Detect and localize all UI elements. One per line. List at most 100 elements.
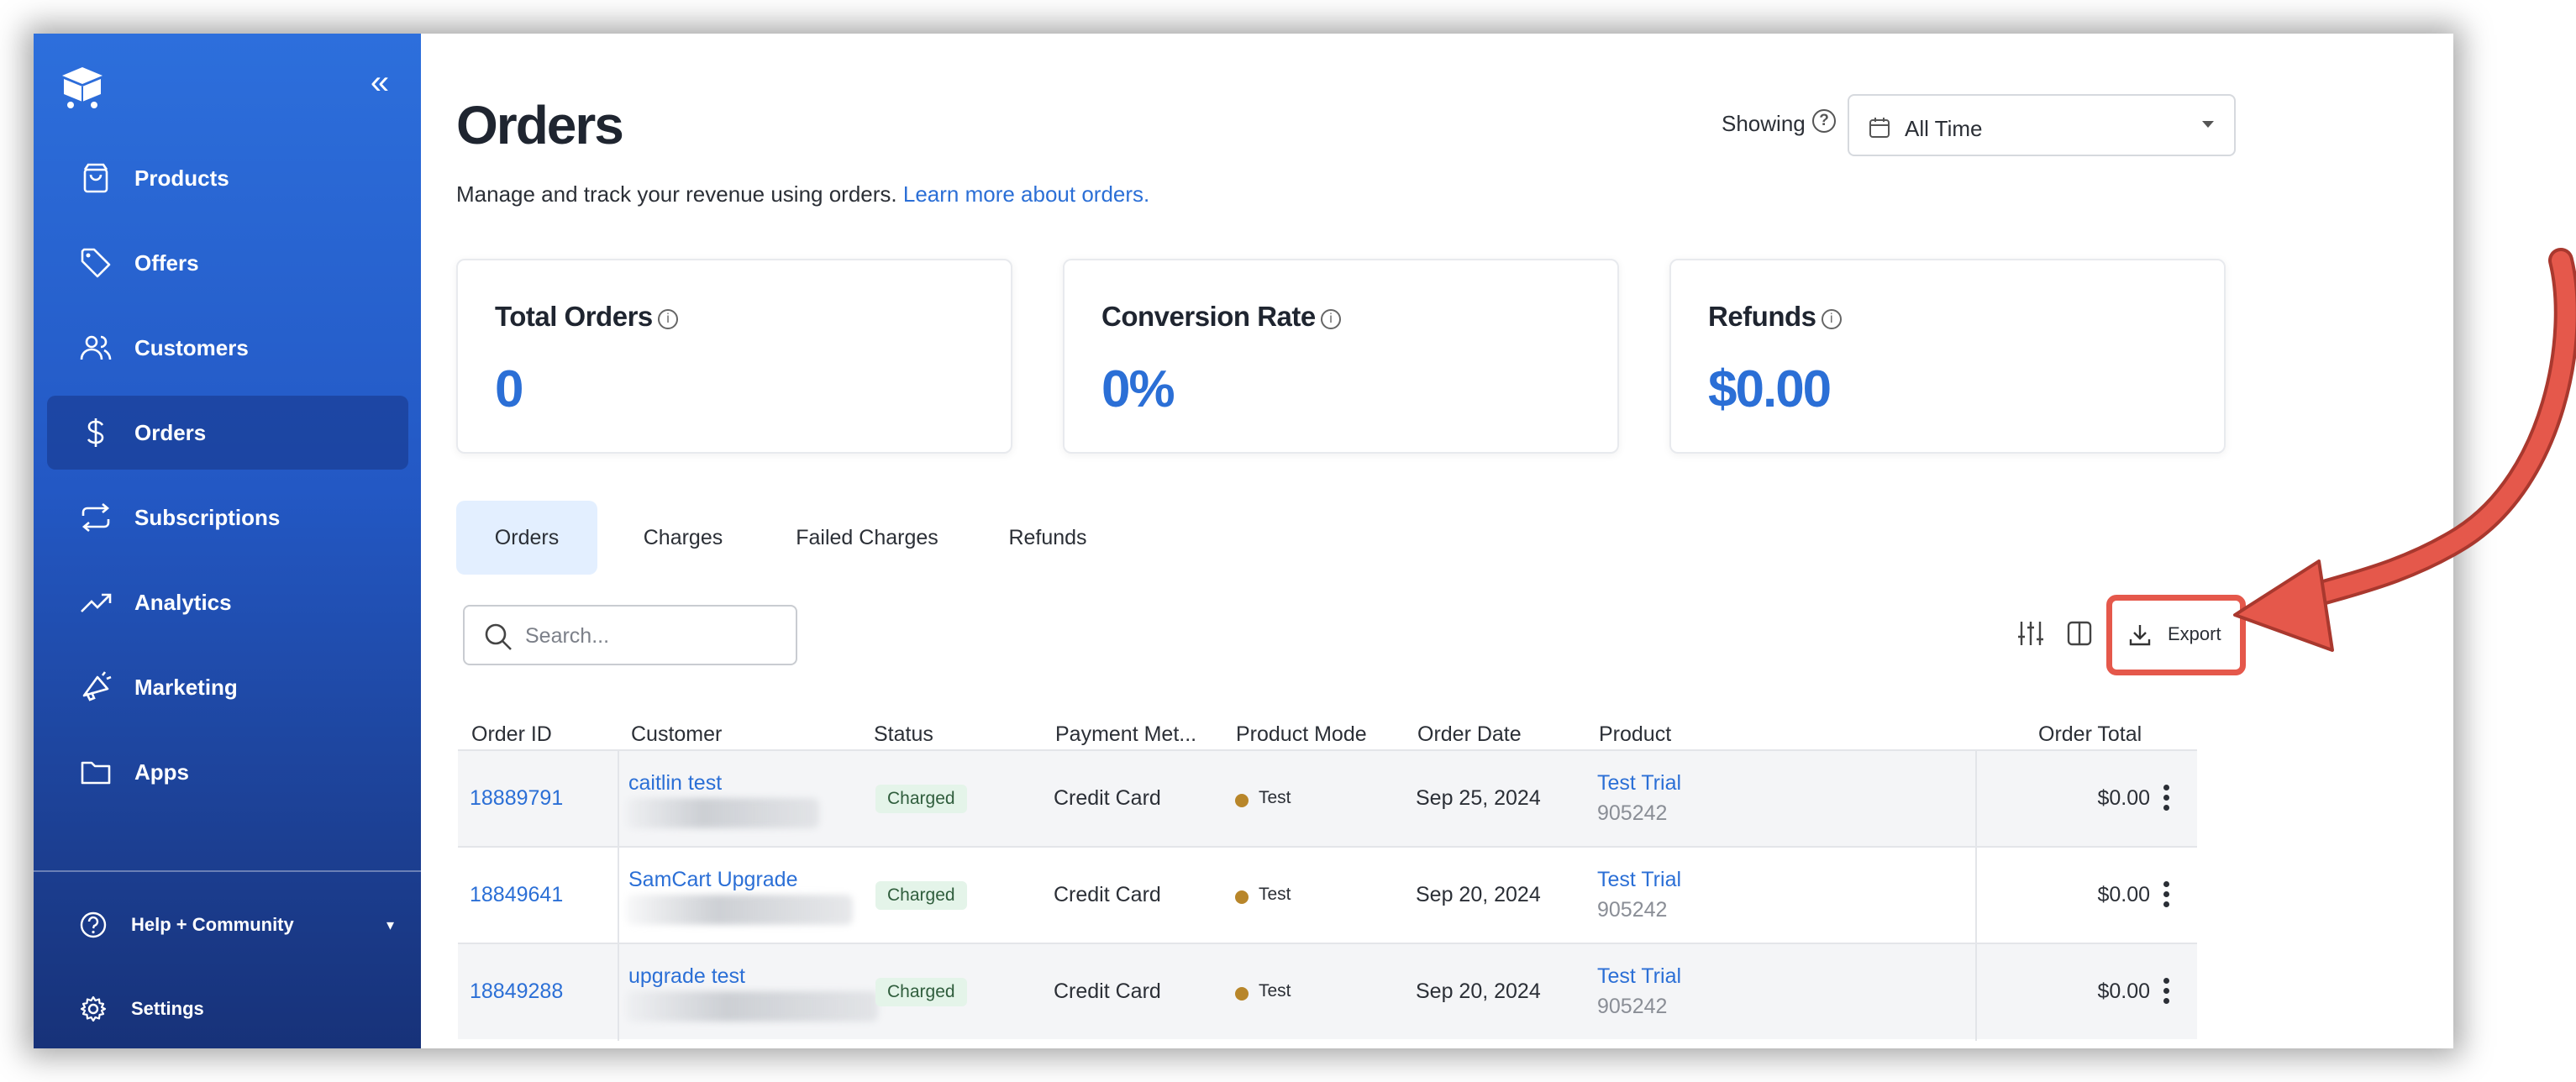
main-content: Orders Manage and track your revenue usi… xyxy=(421,34,2453,1048)
column-header[interactable]: Payment Met... xyxy=(1055,722,1196,747)
test-mode-dot xyxy=(1235,890,1249,904)
customer-name-link[interactable]: upgrade test xyxy=(628,964,745,989)
payment-method: Credit Card xyxy=(1054,980,1161,1003)
stat-card-conversion-rate: Conversion Rate i 0% xyxy=(1063,259,1619,454)
customer-name-link[interactable]: SamCart Upgrade xyxy=(628,868,797,892)
redacted-email xyxy=(626,895,853,925)
sidebar-item-label: Analytics xyxy=(134,589,232,615)
payment-method: Credit Card xyxy=(1054,786,1161,810)
product-id: 905242 xyxy=(1597,995,1668,1018)
product-link[interactable]: Test Trial xyxy=(1597,868,1681,892)
stat-value: 0 xyxy=(495,360,524,418)
column-header[interactable]: Customer xyxy=(631,722,722,747)
customer-name-link[interactable]: caitlin test xyxy=(628,771,722,796)
product-mode: Test xyxy=(1259,788,1291,807)
users-icon xyxy=(79,331,113,365)
sidebar-item-settings[interactable]: Settings xyxy=(47,980,408,1038)
tab-failed-charges[interactable]: Failed Charges xyxy=(769,501,965,575)
collapse-sidebar-button[interactable]: « xyxy=(356,64,403,101)
column-separator xyxy=(618,848,619,944)
order-id-link[interactable]: 18849288 xyxy=(470,980,563,1004)
redacted-email xyxy=(626,991,878,1022)
column-separator xyxy=(1975,944,1977,1041)
order-total: $0.00 xyxy=(2097,786,2150,810)
export-button[interactable]: Export xyxy=(2106,595,2246,675)
test-mode-dot xyxy=(1235,794,1249,807)
sidebar-item-products[interactable]: Products xyxy=(47,141,408,215)
column-header[interactable]: Status xyxy=(874,722,933,747)
time-filter-select[interactable]: All Time xyxy=(1848,94,2236,156)
order-id-link[interactable]: 18849641 xyxy=(470,883,563,907)
sidebar-item-analytics[interactable]: Analytics xyxy=(47,565,408,639)
help-circle-icon xyxy=(79,911,108,939)
product-id: 905242 xyxy=(1597,801,1668,825)
download-icon xyxy=(2127,622,2153,648)
megaphone-icon xyxy=(79,670,113,704)
column-header[interactable]: Order ID xyxy=(471,722,552,747)
double-chevron-left-icon: « xyxy=(370,64,390,101)
question-circle-icon[interactable]: ? xyxy=(1812,109,1836,133)
stat-title: Conversion Rate i xyxy=(1101,301,1341,333)
page-description: Manage and track your revenue using orde… xyxy=(456,181,1149,207)
status-badge: Charged xyxy=(875,978,967,1006)
gear-icon xyxy=(79,995,108,1023)
table-row[interactable]: 18849641 SamCart Upgrade Charged Credit … xyxy=(458,846,2197,944)
sidebar-item-orders[interactable]: Orders xyxy=(47,396,408,470)
learn-more-link[interactable]: Learn more about orders. xyxy=(903,181,1149,207)
help-community-menu[interactable]: Help + Community ▾ xyxy=(47,896,408,954)
filter-sliders-icon[interactable] xyxy=(2014,617,2048,650)
help-community-label: Help + Community xyxy=(131,914,294,935)
info-icon[interactable]: i xyxy=(1320,309,1341,329)
columns-icon[interactable] xyxy=(2063,617,2096,650)
table-row[interactable]: 18889791 caitlin test Charged Credit Car… xyxy=(458,749,2197,848)
sidebar-item-apps[interactable]: Apps xyxy=(47,735,408,809)
redacted-email xyxy=(626,798,819,828)
stat-value: 0% xyxy=(1101,360,1175,418)
tag-icon xyxy=(79,246,113,280)
sidebar-item-label: Products xyxy=(134,165,229,191)
settings-label: Settings xyxy=(131,998,204,1019)
column-header[interactable]: Order Total xyxy=(2038,722,2142,747)
samcart-logo-icon[interactable] xyxy=(57,64,108,109)
more-actions-icon[interactable] xyxy=(2163,785,2170,815)
app-window: « Products Offers Customers Orders Subsc… xyxy=(34,34,2453,1048)
sidebar-item-marketing[interactable]: Marketing xyxy=(47,650,408,724)
search-field[interactable] xyxy=(463,605,797,665)
product-link[interactable]: Test Trial xyxy=(1597,771,1681,796)
status-badge: Charged xyxy=(875,785,967,813)
export-label: Export xyxy=(2168,623,2221,644)
caret-down-icon: ▾ xyxy=(386,916,395,933)
tab-refunds[interactable]: Refunds xyxy=(979,501,1117,575)
order-total: $0.00 xyxy=(2097,980,2150,1003)
description-text: Manage and track your revenue using orde… xyxy=(456,181,897,207)
order-date: Sep 25, 2024 xyxy=(1416,786,1541,810)
tab-charges[interactable]: Charges xyxy=(611,501,755,575)
more-actions-icon[interactable] xyxy=(2163,881,2170,911)
more-actions-icon[interactable] xyxy=(2163,978,2170,1008)
column-header[interactable]: Order Date xyxy=(1417,722,1522,747)
sidebar-item-subscriptions[interactable]: Subscriptions xyxy=(47,481,408,554)
info-icon[interactable]: i xyxy=(657,309,678,329)
sidebar-item-customers[interactable]: Customers xyxy=(47,311,408,385)
time-filter-value: All Time xyxy=(1905,116,1983,141)
showing-label: Showing xyxy=(1722,111,1806,136)
product-id: 905242 xyxy=(1597,898,1668,922)
calendar-icon xyxy=(1868,116,1891,139)
sidebar-item-label: Orders xyxy=(134,419,207,445)
sidebar-item-label: Customers xyxy=(134,334,249,360)
sidebar-item-label: Marketing xyxy=(134,674,238,700)
table-row[interactable]: 18849288 upgrade test Charged Credit Car… xyxy=(458,943,2197,1041)
column-header[interactable]: Product xyxy=(1599,722,1671,747)
search-input[interactable] xyxy=(525,618,777,654)
shopping-bag-icon xyxy=(79,161,113,195)
column-header[interactable]: Product Mode xyxy=(1236,722,1367,747)
order-id-link[interactable]: 18889791 xyxy=(470,786,563,811)
product-link[interactable]: Test Trial xyxy=(1597,964,1681,989)
sidebar-item-offers[interactable]: Offers xyxy=(47,226,408,300)
info-icon[interactable]: i xyxy=(1821,309,1842,329)
stat-title-text: Conversion Rate xyxy=(1101,301,1316,332)
order-date: Sep 20, 2024 xyxy=(1416,980,1541,1003)
tab-orders[interactable]: Orders xyxy=(456,501,597,575)
sidebar-item-label: Apps xyxy=(134,759,189,785)
stat-title-text: Refunds xyxy=(1708,301,1816,332)
